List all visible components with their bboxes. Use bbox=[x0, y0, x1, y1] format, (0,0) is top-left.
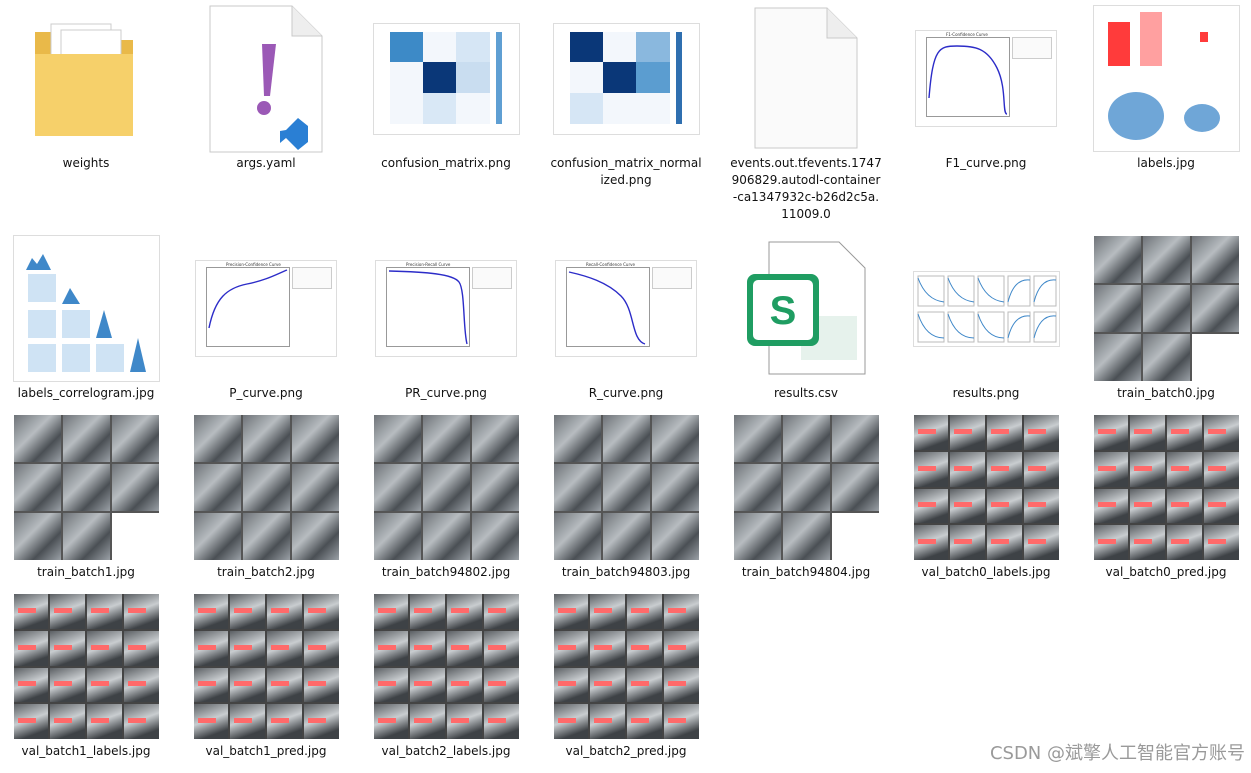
file-tile-r-curve[interactable]: Recall-Confidence Curve R_curve.png bbox=[546, 236, 706, 402]
yaml-file-icon bbox=[194, 5, 339, 152]
image-thumbnail: F1-Confidence Curve bbox=[914, 6, 1059, 151]
file-tile-val-batch2-pred[interactable]: val_batch2_pred.jpg bbox=[546, 594, 706, 760]
file-name: confusion_matrix_normalized.png bbox=[550, 156, 702, 187]
file-name: train_batch2.jpg bbox=[217, 565, 315, 579]
image-thumbnail bbox=[13, 236, 159, 381]
file-name: labels_correlogram.jpg bbox=[17, 386, 155, 400]
file-tile-weights[interactable]: weights bbox=[6, 6, 166, 172]
file-name: train_batch94802.jpg bbox=[381, 565, 511, 579]
image-thumbnail bbox=[733, 415, 879, 560]
blank-file-icon bbox=[734, 6, 879, 151]
file-tile-p-curve[interactable]: Precision-Confidence Curve P_curve.png bbox=[186, 236, 346, 402]
file-tile-tfevents[interactable]: events.out.tfevents.1747906829.autodl-co… bbox=[726, 6, 886, 223]
file-name: R_curve.png bbox=[588, 386, 664, 400]
image-thumbnail bbox=[373, 415, 519, 560]
image-thumbnail: Precision-Recall Curve bbox=[374, 236, 519, 381]
image-thumbnail bbox=[13, 594, 159, 739]
image-thumbnail bbox=[1093, 236, 1239, 381]
file-name: labels.jpg bbox=[1137, 156, 1195, 170]
file-name: val_batch0_labels.jpg bbox=[921, 565, 1051, 579]
file-name: PR_curve.png bbox=[405, 386, 487, 400]
file-name: train_batch0.jpg bbox=[1117, 386, 1215, 400]
file-name: train_batch94803.jpg bbox=[561, 565, 691, 579]
file-name: results.png bbox=[952, 386, 1020, 400]
file-tile-labels[interactable]: labels.jpg bbox=[1086, 6, 1246, 172]
file-name: weights bbox=[62, 156, 110, 170]
image-thumbnail bbox=[193, 594, 339, 739]
file-name: confusion_matrix.png bbox=[381, 156, 511, 170]
file-tile-labels-correlogram[interactable]: labels_correlogram.jpg bbox=[6, 236, 166, 402]
file-name: val_batch1_pred.jpg bbox=[205, 744, 327, 758]
spreadsheet-icon: S bbox=[734, 236, 879, 381]
file-name: val_batch0_pred.jpg bbox=[1105, 565, 1227, 579]
file-tile-results-csv[interactable]: S results.csv bbox=[726, 236, 886, 402]
file-tile-results-png[interactable]: results.png bbox=[906, 236, 1066, 402]
file-tile-train-batch94804[interactable]: train_batch94804.jpg bbox=[726, 415, 886, 581]
file-tile-train-batch2[interactable]: train_batch2.jpg bbox=[186, 415, 346, 581]
image-thumbnail bbox=[373, 6, 519, 151]
file-name: val_batch2_pred.jpg bbox=[565, 744, 687, 758]
image-thumbnail bbox=[1093, 6, 1239, 151]
folder-icon bbox=[14, 6, 159, 151]
file-tile-train-batch94803[interactable]: train_batch94803.jpg bbox=[546, 415, 706, 581]
image-thumbnail bbox=[1093, 415, 1239, 560]
file-name: results.csv bbox=[774, 386, 838, 400]
file-tile-confusion-matrix-normalized[interactable]: confusion_matrix_normalized.png bbox=[546, 6, 706, 189]
file-tile-val-batch2-labels[interactable]: val_batch2_labels.jpg bbox=[366, 594, 526, 760]
image-thumbnail bbox=[193, 415, 339, 560]
file-tile-train-batch1[interactable]: train_batch1.jpg bbox=[6, 415, 166, 581]
file-tile-val-batch1-pred[interactable]: val_batch1_pred.jpg bbox=[186, 594, 346, 760]
file-tile-pr-curve[interactable]: Precision-Recall Curve PR_curve.png bbox=[366, 236, 526, 402]
image-thumbnail bbox=[553, 594, 699, 739]
image-thumbnail bbox=[373, 594, 519, 739]
file-name: events.out.tfevents.1747906829.autodl-co… bbox=[730, 156, 882, 221]
file-tile-confusion-matrix[interactable]: confusion_matrix.png bbox=[366, 6, 526, 172]
file-tile-val-batch1-labels[interactable]: val_batch1_labels.jpg bbox=[6, 594, 166, 760]
image-thumbnail: Precision-Confidence Curve bbox=[194, 236, 339, 381]
image-thumbnail bbox=[913, 415, 1059, 560]
image-thumbnail bbox=[13, 415, 159, 560]
file-tile-f1-curve[interactable]: F1-Confidence Curve F1_curve.png bbox=[906, 6, 1066, 172]
file-name: val_batch2_labels.jpg bbox=[381, 744, 511, 758]
file-name: val_batch1_labels.jpg bbox=[21, 744, 151, 758]
file-tile-val-batch0-labels[interactable]: val_batch0_labels.jpg bbox=[906, 415, 1066, 581]
file-tile-args-yaml[interactable]: args.yaml bbox=[186, 5, 346, 172]
csv-letter: S bbox=[770, 289, 797, 333]
file-name: train_batch1.jpg bbox=[37, 565, 135, 579]
file-name: train_batch94804.jpg bbox=[741, 565, 871, 579]
image-thumbnail: Recall-Confidence Curve bbox=[554, 236, 699, 381]
image-thumbnail bbox=[553, 6, 699, 151]
watermark: CSDN @斌擎人工智能官方账号 bbox=[989, 743, 1245, 764]
file-name: args.yaml bbox=[236, 156, 296, 170]
image-thumbnail bbox=[553, 415, 699, 560]
file-tile-train-batch94802[interactable]: train_batch94802.jpg bbox=[366, 415, 526, 581]
file-tile-train-batch0[interactable]: train_batch0.jpg bbox=[1086, 236, 1246, 402]
file-name: F1_curve.png bbox=[945, 156, 1027, 170]
file-name: P_curve.png bbox=[229, 386, 303, 400]
file-tile-val-batch0-pred[interactable]: val_batch0_pred.jpg bbox=[1086, 415, 1246, 581]
image-thumbnail bbox=[913, 236, 1059, 381]
